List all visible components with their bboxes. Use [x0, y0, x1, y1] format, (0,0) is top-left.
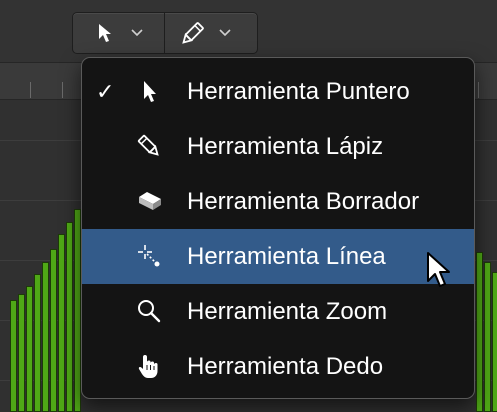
- velocity-bar[interactable]: [476, 252, 483, 412]
- menu-item-line-tool[interactable]: Herramienta Línea: [82, 229, 474, 284]
- velocity-bar[interactable]: [50, 249, 57, 412]
- velocity-bar[interactable]: [42, 262, 49, 412]
- velocity-bar[interactable]: [18, 294, 25, 412]
- menu-item-label: Herramienta Línea: [187, 243, 386, 270]
- left-click-tool-button[interactable]: [73, 13, 164, 53]
- tool-selector: [72, 12, 258, 54]
- line-crosshair-icon: [138, 245, 160, 267]
- velocity-bar[interactable]: [74, 209, 81, 412]
- pointer-arrow-icon: [144, 81, 156, 102]
- menu-item-label: Herramienta Borrador: [187, 188, 420, 215]
- menu-item-label: Herramienta Dedo: [187, 353, 384, 380]
- mouse-cursor-icon: [427, 252, 450, 287]
- tool-menu: ✓ Herramienta Puntero Herramienta Lápiz …: [81, 57, 475, 399]
- velocity-bar[interactable]: [34, 274, 41, 412]
- finger-hand-icon: [138, 355, 158, 378]
- check-mark-icon: ✓: [96, 79, 115, 104]
- velocity-bar[interactable]: [10, 300, 17, 412]
- menu-item-pointer-tool[interactable]: ✓ Herramienta Puntero: [82, 64, 474, 119]
- menu-item-eraser-tool[interactable]: Herramienta Borrador: [82, 174, 474, 229]
- velocity-bar[interactable]: [484, 262, 491, 412]
- menu-item-label: Herramienta Puntero: [187, 78, 410, 105]
- command-click-tool-button[interactable]: [165, 13, 256, 53]
- pointer-arrow-icon: [99, 24, 111, 42]
- magnifier-icon: [138, 300, 161, 323]
- eraser-icon: [139, 192, 161, 210]
- menu-item-label: Herramienta Zoom: [187, 298, 388, 325]
- menu-item-zoom-tool[interactable]: Herramienta Zoom: [82, 284, 474, 339]
- menu-item-label: Herramienta Lápiz: [187, 133, 384, 160]
- velocity-bar[interactable]: [26, 286, 33, 412]
- chevron-down-icon: [131, 29, 143, 37]
- velocity-bar[interactable]: [66, 222, 73, 412]
- menu-item-pencil-tool[interactable]: Herramienta Lápiz: [82, 119, 474, 174]
- pencil-icon: [137, 134, 159, 156]
- velocity-bar[interactable]: [492, 272, 497, 412]
- menu-item-finger-tool[interactable]: Herramienta Dedo: [82, 339, 474, 394]
- chevron-down-icon: [219, 29, 231, 37]
- velocity-bar[interactable]: [58, 234, 65, 412]
- pencil-icon: [182, 22, 204, 44]
